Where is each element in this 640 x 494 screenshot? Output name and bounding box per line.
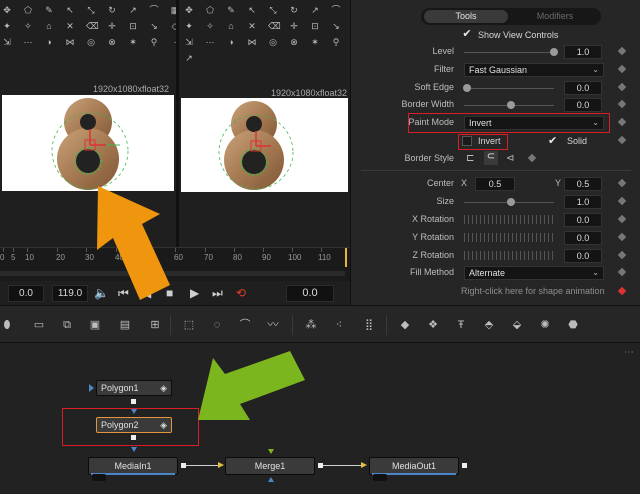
orange-arrow-icon (97, 186, 170, 300)
annotation-overlay (97, 186, 305, 420)
green-arrow-icon (198, 351, 305, 420)
